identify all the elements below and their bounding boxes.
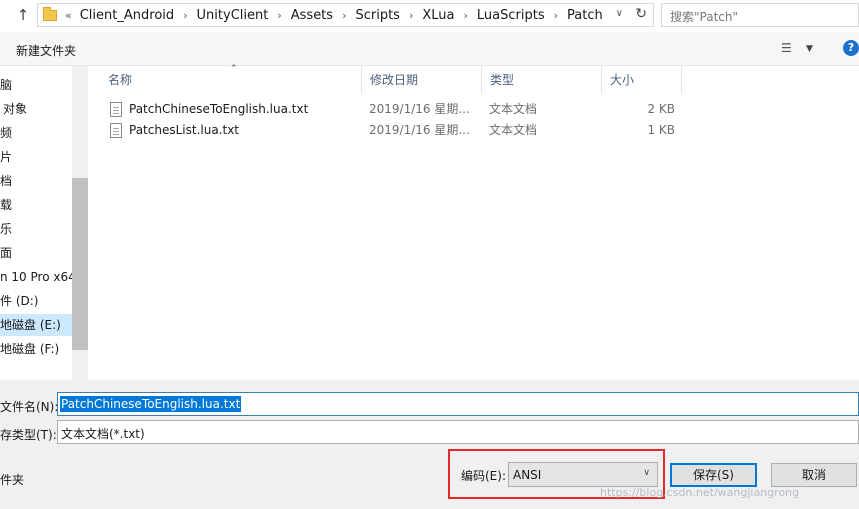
- breadcrumb-item[interactable]: Scripts: [355, 8, 399, 23]
- breadcrumb-item[interactable]: Assets: [291, 8, 333, 23]
- breadcrumb-item[interactable]: Client_Android: [80, 8, 174, 23]
- breadcrumb-item[interactable]: Patch: [567, 8, 603, 23]
- chevron-right-icon[interactable]: ›: [277, 9, 281, 22]
- text-file-icon: [110, 123, 122, 138]
- file-size: 2 KB: [647, 102, 675, 116]
- nav-item[interactable]: 乐: [0, 218, 72, 240]
- filetype-select[interactable]: 文本文档(*.txt): [57, 420, 859, 444]
- file-type: 文本文档: [489, 102, 538, 116]
- hide-folders-toggle[interactable]: 件夹: [0, 471, 24, 488]
- column-header-size[interactable]: 大小: [602, 66, 682, 94]
- nav-scrollbar[interactable]: [72, 66, 88, 380]
- encoding-label: 编码(E):: [461, 469, 506, 483]
- file-row[interactable]: PatchChineseToEnglish.lua.txt 2019/1/16 …: [104, 99, 684, 120]
- chevron-right-icon[interactable]: ›: [342, 9, 346, 22]
- folder-icon: [43, 6, 57, 21]
- chevron-right-icon[interactable]: ›: [554, 9, 558, 22]
- address-bar[interactable]: « Client_Android › UnityClient › Assets …: [37, 3, 654, 27]
- nav-item[interactable]: 频: [0, 122, 72, 144]
- chevron-down-icon: ∨: [643, 468, 650, 478]
- chevron-right-icon[interactable]: ›: [409, 9, 413, 22]
- text-file-icon: [110, 102, 122, 117]
- file-date: 2019/1/16 星期...: [369, 123, 470, 137]
- refresh-icon[interactable]: ↻: [635, 6, 647, 22]
- column-header-name[interactable]: 名称: [100, 66, 362, 94]
- view-options-icon[interactable]: ☰: [781, 41, 792, 55]
- new-folder-button[interactable]: 新建文件夹: [16, 42, 76, 59]
- column-header-date[interactable]: 修改日期: [362, 66, 482, 94]
- nav-item[interactable]: 载: [0, 194, 72, 216]
- chevron-down-icon[interactable]: ▼: [806, 44, 813, 54]
- nav-item[interactable]: 片: [0, 146, 72, 168]
- nav-item[interactable]: 面: [0, 242, 72, 264]
- watermark: https://blog.csdn.net/wangjiangrong: [600, 486, 800, 499]
- chevron-right-icon[interactable]: ›: [464, 9, 468, 22]
- filename-value: PatchChineseToEnglish.lua.txt: [60, 396, 242, 412]
- file-date: 2019/1/16 星期...: [369, 102, 470, 116]
- nav-item[interactable]: n 10 Pro x64: [0, 266, 72, 288]
- file-name: PatchChineseToEnglish.lua.txt: [129, 102, 309, 116]
- nav-item-selected[interactable]: 地磁盘 (E:): [0, 314, 72, 336]
- up-arrow-icon[interactable]: ↑: [14, 6, 32, 24]
- chevron-down-icon[interactable]: ∨: [616, 8, 623, 19]
- cancel-button[interactable]: 取消: [771, 463, 857, 487]
- command-bar: 新建文件夹 ☰ ▼ ?: [0, 32, 859, 66]
- breadcrumb-item[interactable]: UnityClient: [197, 8, 269, 23]
- chevron-right-icon[interactable]: ›: [183, 9, 187, 22]
- file-type: 文本文档: [489, 123, 538, 137]
- nav-item[interactable]: 档: [0, 170, 72, 192]
- nav-item[interactable]: 对象: [0, 98, 72, 120]
- encoding-value: ANSI: [513, 468, 542, 482]
- nav-item[interactable]: 件 (D:): [0, 290, 72, 312]
- breadcrumb-item[interactable]: LuaScripts: [477, 8, 545, 23]
- filename-input[interactable]: PatchChineseToEnglish.lua.txt: [57, 392, 859, 416]
- file-size: 1 KB: [647, 123, 675, 137]
- help-icon[interactable]: ?: [843, 40, 859, 56]
- file-name: PatchesList.lua.txt: [129, 123, 240, 137]
- breadcrumb-overflow[interactable]: «: [65, 9, 72, 22]
- save-button[interactable]: 保存(S): [670, 463, 757, 487]
- file-row[interactable]: PatchesList.lua.txt 2019/1/16 星期... 文本文档…: [104, 120, 684, 141]
- address-toolbar: ↑ « Client_Android › UnityClient › Asset…: [0, 0, 859, 32]
- file-list: ⌃ 名称 修改日期 类型 大小 PatchChineseToEnglish.lu…: [88, 64, 859, 380]
- filename-label: 文件名(N):: [0, 400, 59, 414]
- navigation-pane: 脑 对象 频 片 档 载 乐 面 n 10 Pro x64 件 (D:) 地磁盘…: [0, 66, 88, 380]
- search-input[interactable]: 搜索"Patch": [661, 3, 859, 27]
- breadcrumb-item[interactable]: XLua: [422, 8, 454, 23]
- scrollbar-thumb[interactable]: [72, 178, 88, 350]
- column-header-type[interactable]: 类型: [482, 66, 602, 94]
- filetype-label: 存类型(T):: [0, 428, 57, 442]
- nav-item[interactable]: 脑: [0, 74, 72, 96]
- nav-item[interactable]: 地磁盘 (F:): [0, 338, 72, 360]
- encoding-select[interactable]: ANSI ∨: [508, 462, 658, 487]
